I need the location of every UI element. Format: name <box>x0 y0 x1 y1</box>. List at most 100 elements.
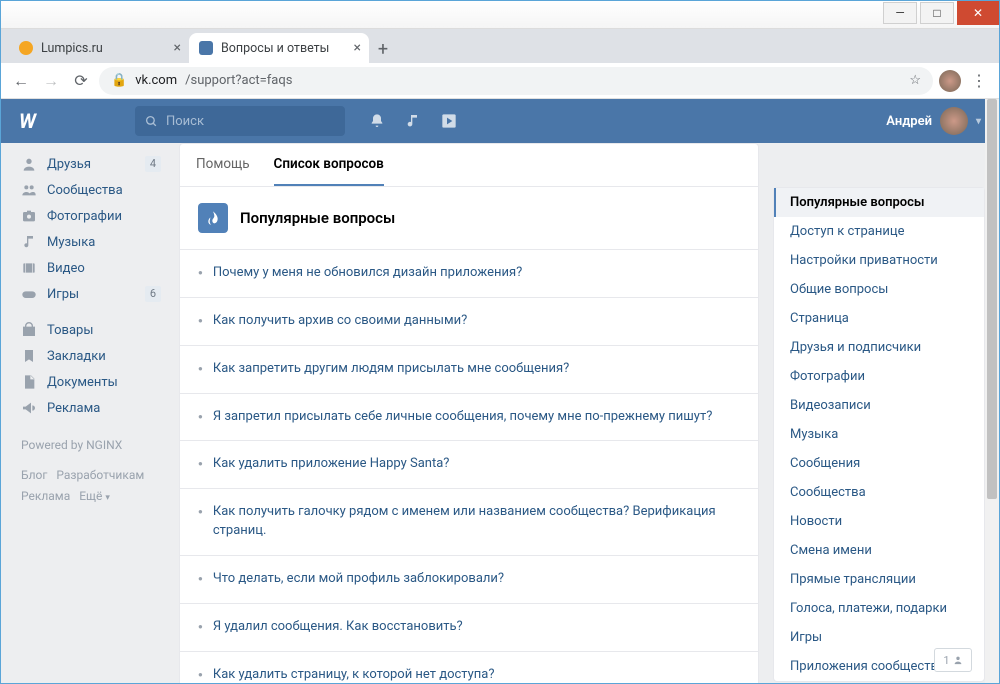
chrome-menu-button[interactable]: ⋮ <box>967 69 991 93</box>
window-maximize-button[interactable]: □ <box>920 2 954 24</box>
sidebar-item-label: Видео <box>47 261 85 276</box>
question-text: Почему у меня не обновился дизайн прилож… <box>213 264 522 283</box>
browser-tab[interactable]: Lumpics.ru × <box>9 33 189 63</box>
footer-link-devs[interactable]: Разработчикам <box>56 468 144 482</box>
sidebar-footer: Powered by NGINX Блог Разработчикам Рекл… <box>15 435 165 508</box>
question-text: Я удалил сообщения. Как восстановить? <box>213 618 463 637</box>
bullet-icon: ● <box>198 671 203 679</box>
rail-category[interactable]: Прямые трансляции <box>774 565 984 594</box>
footer-link-more[interactable]: Ещё ▾ <box>79 489 110 503</box>
header-icons <box>369 113 457 129</box>
tab-close-icon[interactable]: × <box>354 40 361 56</box>
question-text: Как запретить другим людям присылать мне… <box>213 360 569 379</box>
rail-category[interactable]: Новости <box>774 507 984 536</box>
docs-icon <box>21 374 37 390</box>
sidebar-item-bookmarks[interactable]: Закладки <box>15 343 165 369</box>
sidebar-item-photos[interactable]: Фотографии <box>15 203 165 229</box>
footer-link-ads[interactable]: Реклама <box>21 489 70 503</box>
sidebar-item-music[interactable]: Музыка <box>15 229 165 255</box>
notifications-icon[interactable] <box>369 113 385 129</box>
rail-category[interactable]: Популярные вопросы <box>774 188 984 217</box>
question-text: Как удалить приложение Happy Santa? <box>213 455 450 474</box>
nav-forward-button[interactable]: → <box>39 69 63 93</box>
question-item[interactable]: ●Как удалить страницу, к которой нет дос… <box>180 652 758 683</box>
browser-tab[interactable]: Вопросы и ответы × <box>189 33 369 63</box>
sidebar-item-label: Друзья <box>47 157 91 172</box>
rail-category[interactable]: Видеозаписи <box>774 391 984 420</box>
bullet-icon: ● <box>198 413 203 421</box>
tab-title: Lumpics.ru <box>41 41 103 56</box>
widget-count: 1 <box>943 654 949 667</box>
scrollbar[interactable] <box>985 99 999 683</box>
sidebar-item-games[interactable]: Игры6 <box>15 281 165 307</box>
question-item[interactable]: ● Как удалить приложение Happy Santa? <box>180 441 758 489</box>
sidebar-item-groups[interactable]: Сообщества <box>15 177 165 203</box>
sidebar-item-label: Закладки <box>47 349 106 364</box>
lock-icon: 🔒 <box>111 73 127 88</box>
sidebar-item-label: Документы <box>47 375 118 390</box>
sidebar-item-label: Фотографии <box>47 209 122 224</box>
chrome-profile-avatar[interactable] <box>939 70 961 92</box>
ads-icon <box>21 400 37 416</box>
bookmark-star-icon[interactable]: ☆ <box>909 73 921 88</box>
tab-close-icon[interactable]: × <box>174 40 181 56</box>
rail-category[interactable]: Сообщества <box>774 478 984 507</box>
sidebar-item-label: Товары <box>47 323 93 338</box>
sidebar-item-label: Игры <box>47 287 79 302</box>
vk-search-input[interactable]: Поиск <box>135 106 345 136</box>
photos-icon <box>21 208 37 224</box>
sidebar-item-ads[interactable]: Реклама <box>15 395 165 421</box>
rail-category[interactable]: Настройки приватности <box>774 246 984 275</box>
address-bar[interactable]: 🔒 vk.com/support?act=faqs ☆ <box>99 67 933 95</box>
video-icon <box>21 260 37 276</box>
rail-category[interactable]: Страница <box>774 304 984 333</box>
music-icon[interactable] <box>405 113 421 129</box>
question-item[interactable]: ●Как получить галочку рядом с именем или… <box>180 489 758 556</box>
rail-category[interactable]: Музыка <box>774 420 984 449</box>
question-item[interactable]: ● Я удалил сообщения. Как восстановить? <box>180 604 758 652</box>
bullet-icon: ● <box>198 460 203 468</box>
footer-link-blog[interactable]: Блог <box>21 468 47 482</box>
search-icon <box>145 115 158 128</box>
bottom-user-widget[interactable]: 1 <box>934 648 972 672</box>
rail-category[interactable]: Сообщения <box>774 449 984 478</box>
questions-panel: Популярные вопросы ●Почему у меня не обн… <box>179 186 759 683</box>
nav-reload-button[interactable]: ⟳ <box>69 69 93 93</box>
header-user-menu[interactable]: Андрей ▾ <box>886 107 981 135</box>
bullet-icon: ● <box>198 623 203 631</box>
games-icon <box>21 286 37 302</box>
question-item[interactable]: ●Что делать, если мой профиль заблокиров… <box>180 556 758 604</box>
question-item[interactable]: ●Почему у меня не обновился дизайн прило… <box>180 250 758 298</box>
play-icon[interactable] <box>441 113 457 129</box>
rail-category[interactable]: Доступ к странице <box>774 217 984 246</box>
question-item[interactable]: ●Как запретить другим людям присылать мн… <box>180 346 758 394</box>
sidebar-item-label: Сообщества <box>47 183 123 198</box>
sidebar-item-docs[interactable]: Документы <box>15 369 165 395</box>
rail-category[interactable]: Друзья и подписчики <box>774 333 984 362</box>
chevron-down-icon: ▾ <box>976 116 981 127</box>
fire-icon <box>198 203 228 233</box>
sidebar-item-video[interactable]: Видео <box>15 255 165 281</box>
rail-category[interactable]: Голоса, платежи, подарки <box>774 594 984 623</box>
rail-category[interactable]: Фотографии <box>774 362 984 391</box>
question-text: Как получить архив со своими данными? <box>213 312 467 331</box>
category-rail: Популярные вопросыДоступ к страницеНастр… <box>773 187 985 682</box>
window-close-button[interactable]: ✕ <box>957 1 999 25</box>
tab-question-list[interactable]: Список вопросов <box>274 156 384 186</box>
tab-title: Вопросы и ответы <box>221 41 329 56</box>
tab-help[interactable]: Помощь <box>196 156 250 186</box>
new-tab-button[interactable]: + <box>369 35 397 63</box>
friends-icon <box>21 156 37 172</box>
rail-category[interactable]: Смена имени <box>774 536 984 565</box>
sidebar-item-market[interactable]: Товары <box>15 317 165 343</box>
vk-logo[interactable]: W <box>19 109 35 133</box>
market-icon <box>21 322 37 338</box>
sidebar-badge: 4 <box>145 156 161 172</box>
rail-category[interactable]: Общие вопросы <box>774 275 984 304</box>
vk-header: W Поиск Андрей ▾ <box>1 99 999 143</box>
question-item[interactable]: ●Я запретил присылать себе личные сообще… <box>180 394 758 442</box>
sidebar-item-friends[interactable]: Друзья 4 <box>15 151 165 177</box>
question-item[interactable]: ●Как получить архив со своими данными? <box>180 298 758 346</box>
nav-back-button[interactable]: ← <box>9 69 33 93</box>
window-minimize-button[interactable]: — <box>883 2 917 24</box>
